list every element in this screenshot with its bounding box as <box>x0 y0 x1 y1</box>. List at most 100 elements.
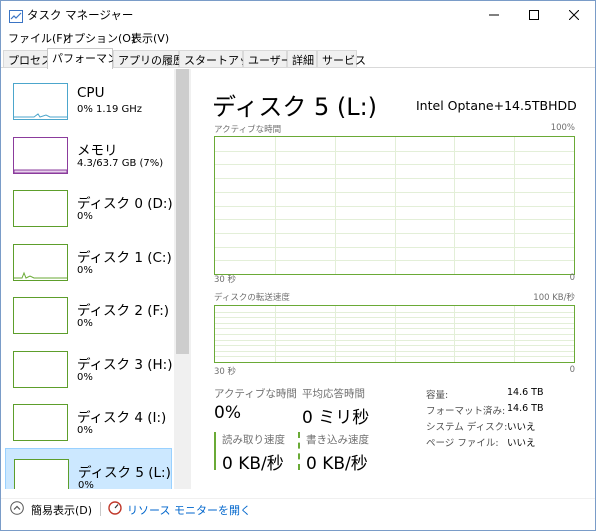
close-button[interactable] <box>555 1 593 29</box>
system-disk-value: いいえ <box>507 422 536 433</box>
disk-model: Intel Optane+14.5TBHDD <box>416 98 577 113</box>
disk-thumbnail-graph <box>13 243 68 281</box>
scrollbar-thumb[interactable] <box>176 69 189 354</box>
tab-details[interactable]: 詳細 <box>287 50 317 67</box>
active-time-label: アクティブな時間 <box>214 388 297 400</box>
sidebar-item-name: ディスク 3 (H:) <box>77 356 173 373</box>
sidebar-item-name: ディスク 4 (I:) <box>77 410 167 426</box>
sidebar-item-disk-3[interactable]: ディスク 3 (H:) 0% <box>5 341 172 391</box>
window-title: タスク マネージャー <box>27 8 134 22</box>
close-icon <box>569 10 579 20</box>
tab-users[interactable]: ユーザー <box>243 50 292 67</box>
tab-performance[interactable]: パフォーマンス <box>47 48 129 69</box>
sidebar-scrollbar[interactable] <box>174 69 191 489</box>
cpu-thumbnail-graph <box>13 83 68 120</box>
sidebar-item-disk-2[interactable]: ディスク 2 (F:) 0% <box>5 287 172 337</box>
write-speed-value: 0 KB/秒 <box>306 454 368 474</box>
activity-trace <box>14 271 67 279</box>
activity-trace <box>14 113 67 118</box>
disk-thumbnail-graph <box>13 190 68 227</box>
sidebar-item-detail: 0% <box>77 425 93 436</box>
sidebar-item-detail: 0% <box>78 479 94 490</box>
sidebar-item-detail: 0% 1.19 GHz <box>77 104 143 115</box>
chart1-max: 100% <box>550 123 575 133</box>
footer-divider <box>100 502 101 516</box>
sidebar-item-disk-1[interactable]: ディスク 1 (C:) 0% <box>5 234 172 284</box>
minimize-icon <box>489 14 499 16</box>
disk-thumbnail-graph <box>13 350 68 388</box>
menu-view[interactable]: 表示(V) <box>131 30 169 46</box>
disk-thumbnail-graph <box>13 404 68 441</box>
capacity-label: 容量: <box>426 390 449 401</box>
sidebar-item-disk-4[interactable]: ディスク 4 (I:) 0% <box>5 394 172 444</box>
read-speed-label: 読み取り速度 <box>222 434 285 446</box>
fewer-details-link[interactable]: 簡易表示(D) <box>31 502 92 518</box>
memory-thumbnail-graph <box>13 136 68 174</box>
minimize-button[interactable] <box>475 1 513 29</box>
menu-file[interactable]: ファイル(F) <box>8 30 67 46</box>
page-file-value: いいえ <box>507 438 536 449</box>
formatted-label: フォーマット済み: <box>426 406 506 417</box>
chart1-time-right: 0 <box>569 273 575 283</box>
read-speed-marker <box>214 432 216 470</box>
sidebar-item-detail: 0% <box>77 211 93 222</box>
resource-monitor-icon[interactable] <box>108 501 122 515</box>
disk-thumbnail-graph <box>13 297 68 334</box>
response-time-label: 平均応答時間 <box>302 388 365 400</box>
sidebar-item-disk-5[interactable]: ディスク 5 (L:) 0% <box>5 447 172 490</box>
disk-thumbnail-graph <box>14 458 69 489</box>
tab-startup[interactable]: スタートアップ <box>179 50 261 67</box>
resource-list: CPU 0% 1.19 GHz メモリ 4.3/63.7 GB (7%) ディスク 0 … <box>1 69 174 489</box>
write-speed-label: 書き込み速度 <box>306 434 369 446</box>
sidebar-item-name: CPU <box>77 85 105 101</box>
active-time-grid <box>215 137 574 274</box>
read-speed-value: 0 KB/秒 <box>222 454 284 474</box>
chart2-label: ディスクの転送速度 <box>214 293 290 303</box>
chart2-time-left: 30 秒 <box>214 367 237 377</box>
tab-app-history[interactable]: アプリの履歴 <box>113 50 184 67</box>
sidebar-item-detail: 0% <box>77 318 93 329</box>
sidebar-item-memory[interactable]: メモリ 4.3/63.7 GB (7%) <box>5 127 172 177</box>
sidebar-item-name: ディスク 0 (D:) <box>77 196 173 212</box>
maximize-icon <box>529 10 539 20</box>
active-time-chart <box>214 136 575 275</box>
sidebar-item-detail: 0% <box>77 264 93 276</box>
page-title: ディスク 5 (L:) <box>212 93 378 121</box>
transfer-rate-grid <box>215 306 574 362</box>
maximize-button[interactable] <box>515 1 553 29</box>
response-time-value: 0 ミリ秒 <box>302 408 370 428</box>
chart2-time-right: 0 <box>569 365 575 375</box>
formatted-value: 14.6 TB <box>507 403 544 414</box>
active-time-value: 0% <box>214 403 241 423</box>
tab-services[interactable]: サービス <box>317 50 366 67</box>
sidebar-item-name: メモリ <box>77 142 118 159</box>
task-manager-window: タスク マネージャー ファイル(F) オプション(O) 表示(V) プロセス パ… <box>0 0 596 531</box>
chart1-time-left: 30 秒 <box>214 275 237 285</box>
chevron-up-icon[interactable] <box>10 501 24 515</box>
open-resource-monitor-link[interactable]: リソース モニターを開く <box>127 502 251 518</box>
task-manager-icon <box>9 8 23 23</box>
detail-panel: ディスク 5 (L:) Intel Optane+14.5TBHDD アクティブ… <box>191 69 595 489</box>
capacity-value: 14.6 TB <box>507 387 544 398</box>
sidebar-item-detail: 0% <box>77 371 93 383</box>
menu-bar: ファイル(F) オプション(O) 表示(V) <box>1 29 595 47</box>
menu-options[interactable]: オプション(O) <box>63 30 135 46</box>
system-disk-label: システム ディスク: <box>426 422 508 433</box>
memory-usage-fill <box>14 169 67 173</box>
sidebar-item-detail: 4.3/63.7 GB (7%) <box>77 157 164 169</box>
sidebar-item-name: ディスク 5 (L:) <box>78 464 171 481</box>
sidebar-item-name: ディスク 2 (F:) <box>77 303 170 319</box>
sidebar-item-name: ディスク 1 (C:) <box>77 249 172 266</box>
footer-bar: 簡易表示(D) リソース モニターを開く <box>1 498 595 530</box>
chart2-max: 100 KB/秒 <box>533 293 575 303</box>
performance-sidebar: CPU 0% 1.19 GHz メモリ 4.3/63.7 GB (7%) ディスク 0 … <box>1 69 191 489</box>
page-file-label: ページ ファイル: <box>426 438 499 449</box>
tab-processes[interactable]: プロセス <box>3 50 52 67</box>
tab-strip: プロセス パフォーマンス アプリの履歴 スタートアップ ユーザー 詳細 サービス <box>1 48 595 69</box>
chart1-label: アクティブな時間 <box>214 125 282 135</box>
write-speed-marker <box>298 432 300 470</box>
transfer-rate-chart <box>214 305 575 363</box>
sidebar-item-cpu[interactable]: CPU 0% 1.19 GHz <box>5 73 172 123</box>
title-bar: タスク マネージャー <box>1 1 595 29</box>
sidebar-item-disk-0[interactable]: ディスク 0 (D:) 0% <box>5 180 173 230</box>
